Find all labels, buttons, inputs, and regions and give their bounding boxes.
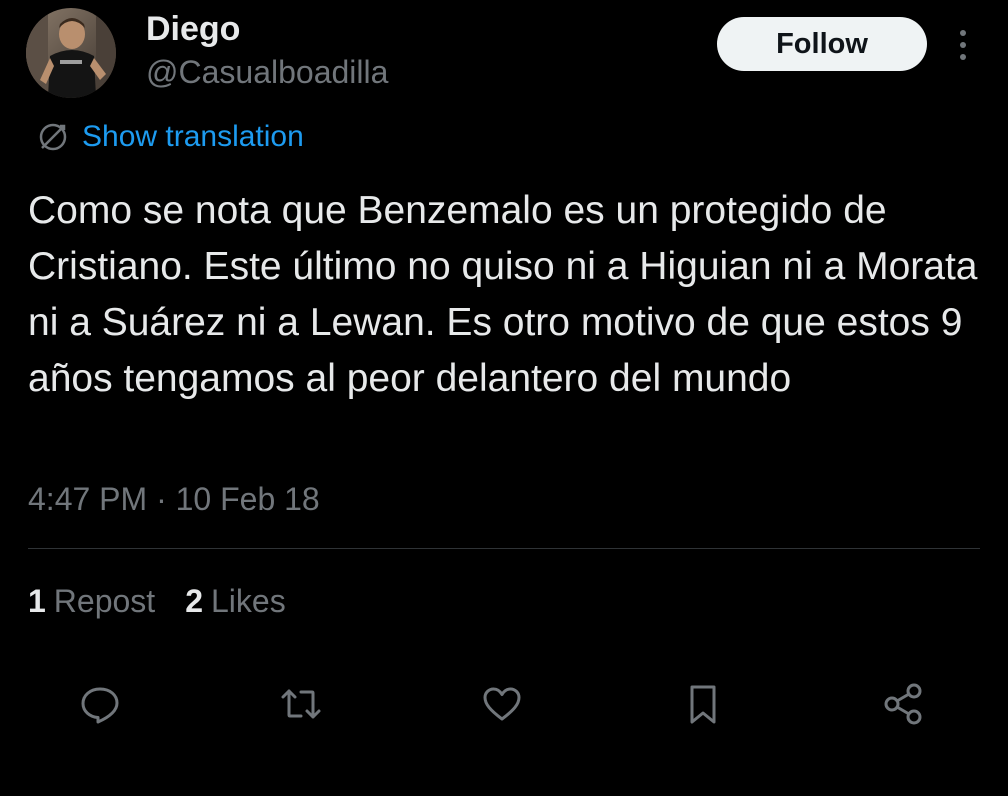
more-vertical-icon[interactable]: [950, 26, 976, 64]
likes-count: 2: [185, 583, 203, 619]
show-translation-link[interactable]: Show translation: [36, 115, 304, 159]
show-translation-label: Show translation: [82, 120, 304, 153]
display-name[interactable]: Diego: [146, 9, 240, 49]
avatar[interactable]: [26, 8, 116, 98]
divider: [28, 548, 980, 549]
likes-stat[interactable]: 2 Likes: [185, 580, 286, 622]
user-handle[interactable]: @Casualboadilla: [146, 53, 388, 91]
share-icon[interactable]: [880, 680, 928, 728]
likes-label: Likes: [210, 583, 286, 619]
engagement-stats: 1 Repost 2 Likes: [28, 580, 316, 622]
tweet-timestamp[interactable]: 4:47 PM · 10 Feb 18: [28, 478, 320, 520]
repost-icon[interactable]: [277, 680, 325, 728]
translate-icon: [36, 120, 70, 154]
tweet-text: Como se nota que Benzemalo es un protegi…: [28, 189, 978, 400]
reposts-stat[interactable]: 1 Repost: [28, 580, 155, 622]
bookmark-icon[interactable]: [679, 680, 727, 728]
reposts-count: 1: [28, 583, 46, 619]
follow-button[interactable]: Follow: [717, 17, 927, 71]
reply-icon[interactable]: [76, 680, 124, 728]
reposts-label: Repost: [53, 583, 156, 619]
like-icon[interactable]: [478, 680, 526, 728]
